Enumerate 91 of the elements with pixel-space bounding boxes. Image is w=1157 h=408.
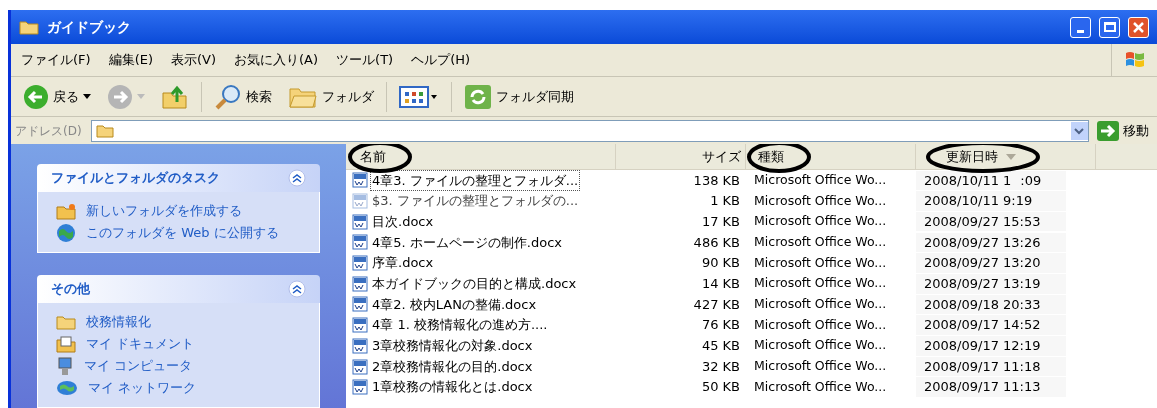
table-cell-text: Microsoft Office Wo...	[753, 170, 888, 189]
close-button[interactable]	[1128, 16, 1149, 38]
task-link[interactable]: 新しいフォルダを作成する	[86, 201, 242, 221]
dropdown-icon[interactable]	[1071, 121, 1088, 140]
column-header[interactable]: 更新日時	[946, 146, 998, 167]
table-cell-text: Microsoft Office Wo...	[753, 253, 888, 272]
table-cell-text: 138 KB	[692, 171, 741, 190]
file-name[interactable]: 4章3. ファイルの整理とフォルダ...	[370, 169, 581, 192]
table-cell: 2008/09/17 11:13	[916, 377, 1066, 397]
folders-button[interactable]: フォルダ	[284, 80, 378, 113]
address-field[interactable]	[91, 119, 1089, 142]
panel-header[interactable]: その他	[37, 275, 320, 303]
menu-item[interactable]: ファイル(F)	[21, 50, 91, 70]
table-cell: 2008/10/11 9:19	[916, 191, 1066, 211]
file-name[interactable]: 1章校務の情報化とは.docx	[370, 377, 535, 397]
file-name[interactable]: 4章5. ホームページの制作.docx	[370, 232, 564, 253]
file-name[interactable]: 2章校務情報化の目的.docx	[370, 356, 535, 377]
folder-icon	[56, 314, 76, 330]
table-cell-text: 32 KB	[700, 357, 741, 376]
file-name[interactable]: 4章2. 校内LANの整備.docx	[370, 294, 539, 315]
file-name[interactable]: 本ガイドブックの目的と構成.docx	[370, 274, 579, 294]
task-link[interactable]: このフォルダを Web に公開する	[86, 223, 279, 243]
table-cell: 2008/09/27 13:26	[916, 232, 1066, 253]
menu-item[interactable]: 表示(V)	[171, 50, 217, 70]
folder-up-icon	[161, 83, 189, 110]
column-header[interactable]: 名前	[346, 144, 616, 169]
table-cell-text: 17 KB	[700, 212, 741, 231]
table-cell: 2008/09/17 12:19	[916, 336, 1066, 356]
file-name[interactable]: 4章 1. 校務情報化の進め方....	[370, 315, 550, 335]
table-cell-text: Microsoft Office Wo...	[753, 233, 888, 252]
table-cell-text: Microsoft Office Wo...	[753, 315, 888, 334]
network-icon	[56, 380, 78, 396]
table-cell-text: 427 KB	[692, 295, 741, 314]
table-cell-text: 45 KB	[700, 337, 741, 356]
maximize-button[interactable]	[1099, 16, 1120, 38]
folder-icon	[19, 19, 39, 35]
window-title: ガイドブック	[47, 17, 131, 37]
back-button[interactable]: 戻る	[19, 80, 95, 113]
task-link[interactable]: マイ コンピュータ	[84, 356, 193, 376]
table-cell-text: 486 KB	[692, 233, 741, 252]
sync-icon	[464, 83, 492, 110]
menu-item[interactable]: 編集(E)	[108, 50, 153, 70]
table-cell-text: Microsoft Office Wo...	[753, 212, 888, 231]
table-cell-text: 14 KB	[700, 275, 741, 294]
file-name[interactable]: $3. ファイルの整理とフォルダの...	[370, 191, 581, 211]
table-cell-text: Microsoft Office Wo...	[753, 274, 888, 293]
close-icon	[1133, 21, 1144, 33]
caret-icon	[137, 94, 145, 99]
table-cell: 2008/10/11 1 :09	[916, 170, 1066, 191]
search-button[interactable]: 検索	[210, 80, 276, 113]
file-name[interactable]: 3章校務情報化の対象.docx	[370, 336, 535, 356]
table-cell-text: Microsoft Office Wo...	[753, 377, 888, 396]
table-cell: 2008/09/17 14:52	[916, 315, 1066, 335]
folder-icon	[96, 123, 114, 138]
address-label: アドレス(D)	[15, 122, 83, 140]
table-cell: 2008/09/27 13:20	[916, 253, 1066, 273]
table-cell: 2008/09/17 11:18	[916, 356, 1066, 377]
search-icon	[214, 83, 242, 110]
table-cell-text: Microsoft Office Wo...	[753, 357, 888, 376]
menu-item[interactable]: ヘルプ(H)	[411, 50, 471, 70]
panel-header[interactable]: ファイルとフォルダのタスク	[37, 164, 320, 192]
windows-logo-icon	[1123, 50, 1146, 70]
table-cell-text: 90 KB	[700, 254, 741, 273]
file-name[interactable]: 目次.docx	[370, 211, 436, 232]
task-link[interactable]: 校務情報化	[86, 312, 151, 332]
table-cell: 2008/09/27 15:53	[916, 211, 1066, 232]
minimize-button[interactable]	[1070, 16, 1091, 38]
task-link[interactable]: マイ ドキュメント	[86, 334, 195, 354]
table-cell-text: 76 KB	[700, 316, 741, 335]
caret-icon	[83, 94, 91, 99]
table-cell: 2008/09/27 13:19	[916, 274, 1066, 294]
sync-button[interactable]: フォルダ同期	[460, 80, 578, 113]
table-cell-text: 1 KB	[709, 192, 741, 211]
go-button[interactable]: 移動	[1093, 119, 1153, 142]
new-folder-icon	[56, 202, 76, 220]
globe-icon	[56, 223, 76, 243]
menu-item[interactable]: ツール(T)	[336, 50, 394, 70]
table-cell-text: Microsoft Office Wo...	[753, 295, 888, 314]
table-cell-text: 50 KB	[700, 378, 741, 397]
table-cell: 2008/09/18 20:33	[916, 294, 1066, 315]
table-cell-text: Microsoft Office Wo...	[753, 336, 888, 355]
task-link[interactable]: マイ ネットワーク	[88, 378, 197, 398]
view-grid-icon	[399, 84, 439, 109]
computer-icon	[56, 356, 74, 376]
table-cell-text: Microsoft Office Wo...	[753, 191, 888, 210]
column-header[interactable]: サイズ	[616, 144, 746, 169]
sort-arrow-icon	[1006, 153, 1016, 160]
file-name[interactable]: 序章.docx	[370, 253, 436, 273]
column-header[interactable]: 種類	[746, 144, 916, 169]
menu-item[interactable]: お気に入り(A)	[234, 50, 319, 70]
document-folder-icon	[56, 335, 76, 353]
